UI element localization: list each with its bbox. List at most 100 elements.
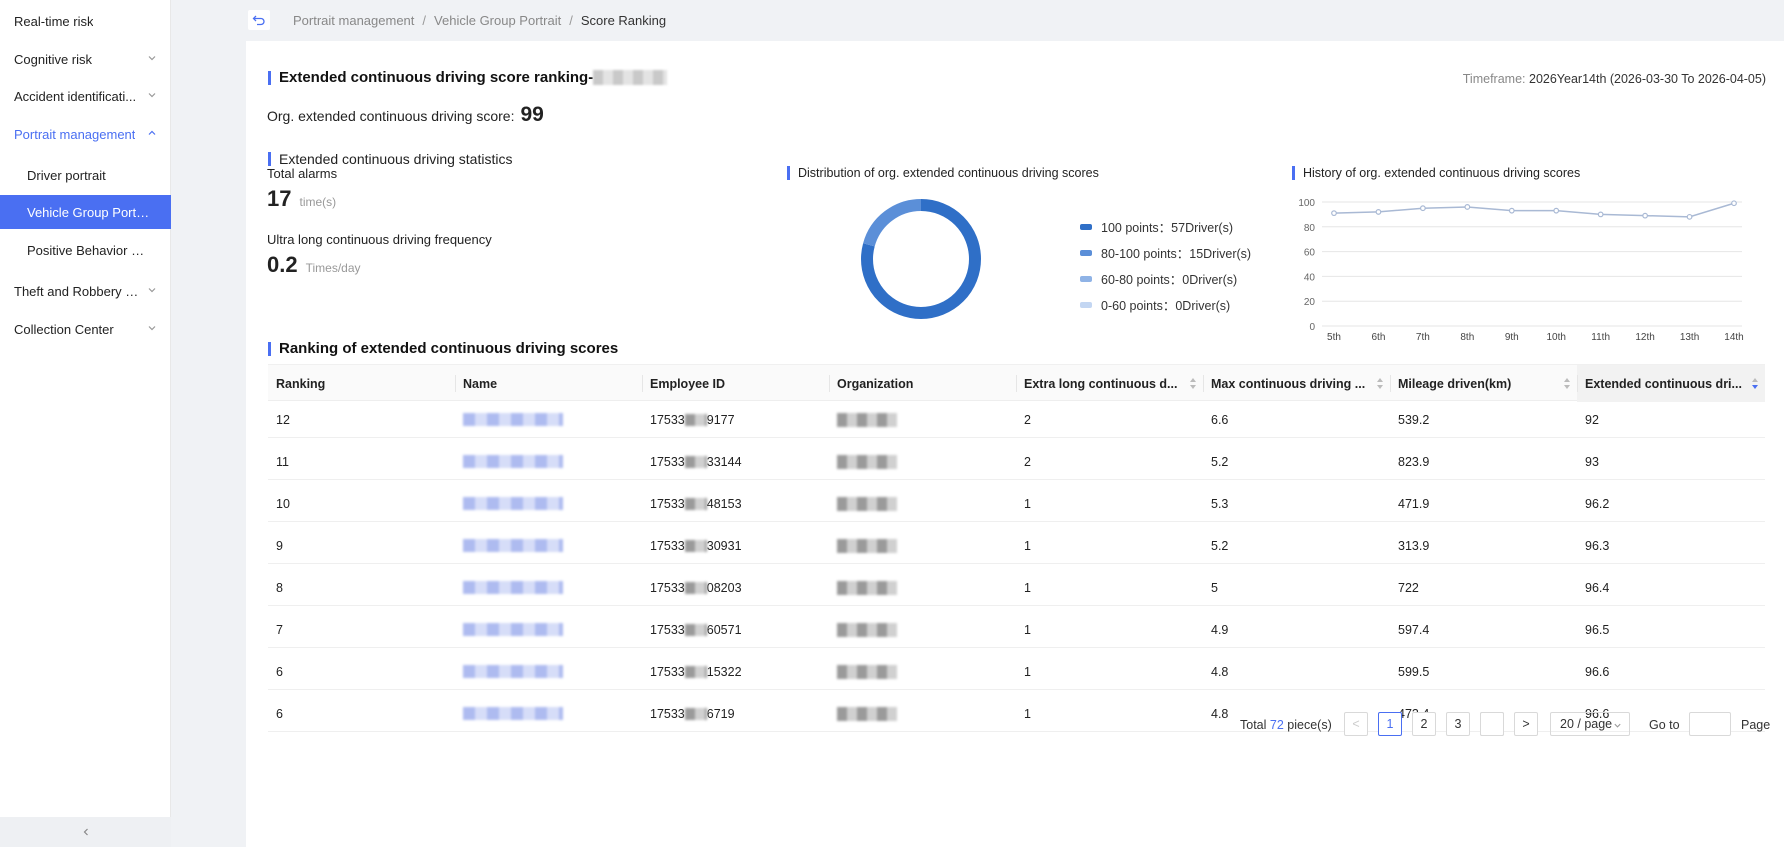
data-point[interactable] — [1375, 209, 1382, 215]
data-point[interactable] — [1464, 204, 1471, 210]
data-point[interactable] — [1419, 205, 1426, 212]
spacer — [1480, 712, 1504, 736]
sidebar-item-collection-center[interactable]: Collection Center — [0, 312, 171, 346]
back-button[interactable] — [248, 10, 270, 30]
return-icon — [252, 15, 265, 26]
chevron-down-icon — [148, 288, 156, 293]
legend-item-100[interactable]: 100 points：57Driver(s) — [1080, 217, 1233, 236]
sidebar-item-cognitive-risk[interactable]: Cognitive risk — [0, 42, 171, 76]
prev-page-button[interactable]: < — [1344, 712, 1368, 736]
cell-name — [455, 611, 563, 648]
page-button-2[interactable]: 2 — [1412, 712, 1436, 736]
table-row[interactable]: 9 17533 30931 1 5.2 313.9 96.3 — [268, 527, 1765, 564]
cell-name — [455, 401, 563, 438]
page-size-value: 20 / page — [1560, 717, 1613, 731]
cell-employee-id: 17533 30931 — [642, 527, 742, 564]
column-extra-long[interactable]: Extra long continuous d... — [1016, 365, 1203, 402]
sidebar-item-accident-identification[interactable]: Accident identificati... — [0, 79, 171, 113]
table-row[interactable]: 12 17533 9177 2 6.6 539.2 92 — [268, 401, 1765, 438]
total-prefix: Total — [1240, 718, 1267, 732]
y-tick-label: 80 — [1304, 223, 1316, 234]
timeframe: Timeframe: 2026Year14th (2026-03-30 To 2… — [1463, 72, 1766, 86]
next-page-button[interactable]: > — [1514, 712, 1538, 736]
cell-employee-id: 17533 9177 — [642, 401, 735, 438]
table-row[interactable]: 10 17533 48153 1 5.3 471.9 96.2 — [268, 485, 1765, 522]
column-max-continuous[interactable]: Max continuous driving ... — [1203, 365, 1390, 402]
sort-icon[interactable] — [1189, 377, 1197, 390]
data-point[interactable] — [1642, 212, 1649, 219]
data-point[interactable] — [1331, 210, 1337, 217]
sidebar-item-vehicle-group-portrait[interactable]: Vehicle Group Portrait — [0, 195, 171, 229]
sort-icon[interactable] — [1376, 377, 1384, 390]
main-content: Extended continuous driving score rankin… — [246, 41, 1784, 847]
x-tick-label: 9th — [1505, 332, 1519, 343]
distribution-donut[interactable] — [859, 197, 983, 321]
data-point[interactable] — [1731, 200, 1737, 207]
cell-mileage: 597.4 — [1398, 622, 1430, 637]
data-point[interactable] — [1553, 207, 1560, 214]
cell-score: 96.2 — [1585, 496, 1610, 511]
distribution-title: Distribution of org. extended continuous… — [787, 166, 1099, 180]
table-row[interactable]: 6 17533 15322 1 4.8 599.5 96.6 — [268, 653, 1765, 690]
total-alarms-value: 17 — [267, 186, 292, 211]
cell-mileage: 599.5 — [1398, 664, 1430, 679]
sidebar-item-driver-portrait[interactable]: Driver portrait — [0, 158, 171, 192]
column-label: Mileage driven(km) — [1398, 376, 1512, 391]
chevron-down-icon — [148, 326, 156, 331]
sidebar-item-label: Real-time risk — [14, 13, 94, 29]
employee-id-suffix: 08203 — [706, 580, 742, 595]
total-alarms-label: Total alarms — [267, 166, 338, 181]
employee-id-prefix: 17533 — [650, 664, 685, 679]
cell-score: 92 — [1585, 412, 1599, 427]
cell-max-continuous: 5.3 — [1211, 496, 1229, 511]
legend-label: 100 points：57Driver(s) — [1101, 221, 1233, 235]
org-score: Org. extended continuous driving score: … — [267, 103, 544, 127]
timeframe-value: 2026Year14th (2026-03-30 To 2026-04-05) — [1529, 72, 1766, 86]
legend-item-60-80[interactable]: 60-80 points：0Driver(s) — [1080, 269, 1237, 288]
page-size-select[interactable]: 20 / page — [1550, 712, 1630, 736]
chevron-down-icon — [148, 93, 156, 98]
cell-name — [455, 527, 563, 564]
employee-id-prefix: 17533 — [650, 580, 685, 595]
sidebar-item-label: Driver portrait — [27, 167, 106, 183]
top-bar: Portrait management / Vehicle Group Portra… — [172, 0, 1784, 41]
sidebar-item-real-time-risk[interactable]: Real-time risk — [0, 4, 171, 38]
legend-item-80-100[interactable]: 80-100 points：15Driver(s) — [1080, 243, 1251, 262]
breadcrumb-score-ranking: Score Ranking — [580, 13, 667, 28]
org-score-label: Org. extended continuous driving score: — [267, 108, 515, 124]
column-mileage[interactable]: Mileage driven(km) — [1390, 365, 1577, 402]
cell-score: 96.6 — [1585, 664, 1610, 679]
table-row[interactable]: 8 17533 08203 1 5 722 96.4 — [268, 569, 1765, 606]
frequency-label: Ultra long continuous driving frequency — [267, 232, 492, 247]
page-title: Extended continuous driving score rankin… — [268, 69, 668, 86]
ranking-title: Ranking of extended continuous driving s… — [268, 340, 618, 357]
page-button-1[interactable]: 1 — [1378, 712, 1402, 736]
column-extended-score[interactable]: Extended continuous dri... — [1577, 365, 1765, 402]
sidebar-item-positive-behavior[interactable]: Positive Behavior Ev... — [0, 233, 171, 267]
table-row[interactable]: 7 17533 60571 1 4.9 597.4 96.5 — [268, 611, 1765, 648]
breadcrumb-portrait-management[interactable]: Portrait management — [293, 13, 414, 28]
table-row[interactable]: 11 17533 33144 2 5.2 823.9 93 — [268, 443, 1765, 480]
breadcrumb-vehicle-group-portrait[interactable]: Vehicle Group Portrait — [434, 13, 561, 28]
employee-id-prefix: 17533 — [650, 496, 685, 511]
employee-id-suffix: 48153 — [706, 496, 742, 511]
legend-item-0-60[interactable]: 0-60 points：0Driver(s) — [1080, 295, 1230, 314]
cell-ranking: 12 — [276, 412, 290, 427]
history-line-chart[interactable]: 0 20 40 60 80 100 5th 6th 7th 8th 9th 10th 11th 12th 1… — [1292, 182, 1752, 352]
sidebar-item-portrait-management[interactable]: Portrait management — [0, 117, 171, 151]
sort-icon[interactable] — [1751, 377, 1759, 390]
cell-organization — [829, 401, 897, 438]
data-point[interactable] — [1686, 213, 1693, 220]
page-button-3[interactable]: 3 — [1446, 712, 1470, 736]
stats-title-text: Extended continuous driving statistics — [279, 151, 513, 167]
cell-mileage: 313.9 — [1398, 538, 1430, 553]
cell-organization — [829, 569, 897, 606]
sidebar-collapse-button[interactable] — [0, 817, 171, 847]
total-alarms: 17 time(s) — [267, 186, 336, 212]
sort-icon[interactable] — [1563, 377, 1571, 390]
data-point[interactable] — [1597, 211, 1604, 218]
sidebar-item-theft-and-robbery[interactable]: Theft and Robbery I... — [0, 274, 171, 308]
data-point[interactable] — [1508, 207, 1515, 214]
goto-page-input[interactable] — [1689, 712, 1731, 736]
cell-organization — [829, 611, 897, 648]
